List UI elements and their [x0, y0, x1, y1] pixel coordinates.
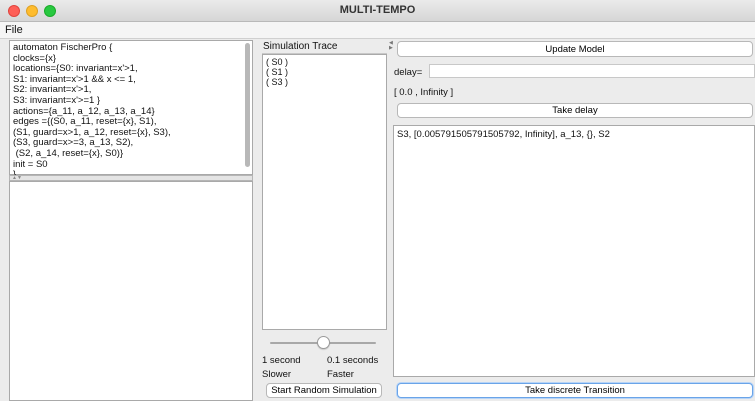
delay-input[interactable]: [429, 64, 755, 78]
title-bar: MULTI-TEMPO: [0, 0, 755, 22]
speed-slider-thumb[interactable]: [316, 336, 330, 349]
splitter-arrows-icon[interactable]: ◀ ▶: [389, 41, 393, 51]
update-model-button[interactable]: Update Model: [397, 41, 753, 57]
model-line: init = S0: [13, 158, 48, 170]
output-pane[interactable]: [9, 181, 253, 401]
take-delay-button[interactable]: Take delay: [397, 103, 753, 118]
transition-list[interactable]: S3, [0.005791505791505792, Infinity], a_…: [393, 125, 755, 377]
speed-fast-value: 0.1 seconds: [327, 355, 379, 366]
speed-faster-label: Faster: [327, 369, 354, 380]
editor-scrollbar[interactable]: [245, 43, 250, 167]
menu-bar: File: [0, 22, 755, 39]
model-line: S3: invariant=x'>=1 }: [13, 94, 101, 106]
delay-interval: [ 0.0 , Infinity ]: [394, 87, 454, 98]
trace-list[interactable]: ( S0 ) ( S1 ) ( S3 ): [262, 54, 387, 330]
model-line: automaton FischerPro {: [13, 42, 113, 53]
speed-slower-label: Slower: [262, 369, 292, 380]
trace-item[interactable]: ( S0 ): [266, 57, 383, 67]
trace-item[interactable]: ( S1 ): [266, 67, 383, 77]
start-random-simulation-button[interactable]: Start Random Simulation: [266, 383, 382, 398]
pane-splitter-left[interactable]: [255, 40, 259, 401]
transition-item[interactable]: S3, [0.005791505791505792, Infinity], a_…: [397, 129, 751, 140]
take-discrete-transition-button[interactable]: Take discrete Transition: [397, 383, 753, 398]
speed-slow-value: 1 second: [262, 355, 301, 366]
menu-file[interactable]: File: [5, 24, 23, 36]
model-editor[interactable]: automaton FischerPro { clocks={x} locati…: [9, 40, 253, 180]
trace-header: Simulation Trace: [262, 41, 387, 54]
window-title: MULTI-TEMPO: [339, 4, 416, 16]
model-line: (S2, a_14, reset={x}, S0)}: [13, 147, 124, 159]
delay-label: delay=: [394, 67, 423, 78]
trace-item[interactable]: ( S3 ): [266, 77, 383, 87]
